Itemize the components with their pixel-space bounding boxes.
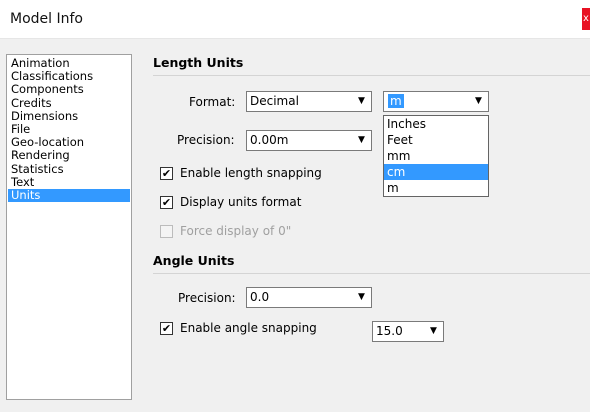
unit-dropdown-list[interactable]: Inches Feet mm cm m <box>383 115 489 197</box>
chevron-down-icon: ▼ <box>430 326 437 336</box>
window-title: Model Info <box>10 11 83 27</box>
angle-precision-value: 0.0 <box>250 290 270 304</box>
angle-snapping-label[interactable]: Enable angle snapping <box>180 321 317 335</box>
length-precision-label: Precision: <box>177 133 235 147</box>
angle-precision-label: Precision: <box>178 291 236 305</box>
unit-option-cm[interactable]: cm <box>384 164 488 180</box>
unit-option-feet[interactable]: Feet <box>384 132 488 148</box>
close-button[interactable]: x <box>582 8 590 30</box>
angle-units-heading: Angle Units <box>153 253 235 268</box>
sidebar-item-units[interactable]: Units <box>8 188 130 203</box>
length-units-divider <box>153 75 590 76</box>
unit-option-inches[interactable]: Inches <box>384 116 488 132</box>
sidebar-item-components[interactable]: Components <box>8 83 130 96</box>
length-units-heading: Length Units <box>153 55 244 70</box>
format-select-value: Decimal <box>250 94 299 108</box>
length-precision-value: 0.00m <box>250 133 289 147</box>
unit-option-m[interactable]: m <box>384 180 488 196</box>
length-precision-select[interactable]: 0.00m ▼ <box>246 130 372 151</box>
sidebar-item-rendering[interactable]: Rendering <box>8 149 130 162</box>
display-units-format-label[interactable]: Display units format <box>180 195 301 209</box>
category-list[interactable]: Animation Classifications Components Cre… <box>6 54 132 400</box>
sidebar-item-statistics[interactable]: Statistics <box>8 162 130 176</box>
chevron-down-icon: ▼ <box>358 135 365 145</box>
format-select[interactable]: Decimal ▼ <box>246 91 372 112</box>
sidebar-item-credits[interactable]: Credits <box>8 96 130 110</box>
angle-snapping-checkbox[interactable]: ✔ <box>160 322 173 335</box>
length-snapping-checkbox[interactable]: ✔ <box>160 167 173 180</box>
title-bar: Model Info x <box>0 0 590 39</box>
angle-snap-value: 15.0 <box>376 324 403 338</box>
angle-units-divider <box>153 273 590 274</box>
unit-select-value: m <box>388 94 404 108</box>
close-icon: x <box>583 13 589 24</box>
unit-select[interactable]: m ▼ <box>383 91 489 112</box>
angle-precision-select[interactable]: 0.0 ▼ <box>246 287 372 308</box>
force-display-zero-checkbox <box>160 225 173 238</box>
format-label: Format: <box>189 95 236 109</box>
chevron-down-icon: ▼ <box>358 292 365 302</box>
force-display-zero-label: Force display of 0" <box>180 224 292 238</box>
angle-snap-select[interactable]: 15.0 ▼ <box>372 321 444 342</box>
unit-option-mm[interactable]: mm <box>384 148 488 164</box>
chevron-down-icon: ▼ <box>475 96 482 106</box>
length-snapping-label[interactable]: Enable length snapping <box>180 166 322 180</box>
chevron-down-icon: ▼ <box>358 96 365 106</box>
display-units-format-checkbox[interactable]: ✔ <box>160 196 173 209</box>
